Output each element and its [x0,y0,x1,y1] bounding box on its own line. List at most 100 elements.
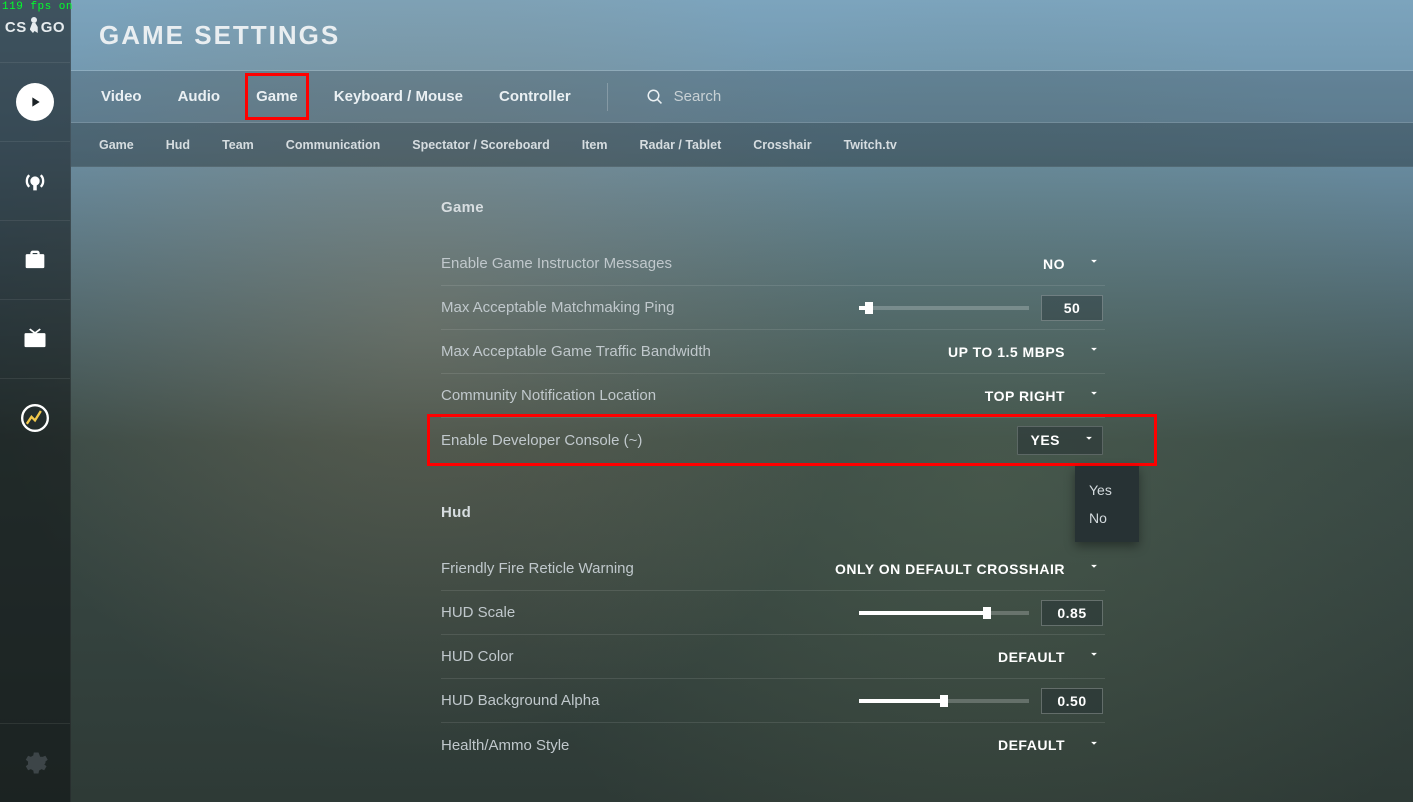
nav-broadcast[interactable] [0,142,71,220]
slider-thumb[interactable] [940,695,948,707]
section-title-hud: Hud [441,504,1105,521]
briefcase-icon [21,246,49,274]
row-devconsole-wrap: Enable Developer Console (~) YES Yes No [441,418,1105,462]
content: Game Enable Game Instructor Messages NO … [71,167,1413,802]
chevron-down-icon [1087,736,1101,755]
dropdown-options: Yes No [1075,466,1139,542]
search[interactable]: Search [646,88,722,106]
tab-keyboard-mouse[interactable]: Keyboard / Mouse [332,82,465,111]
subtab-radar[interactable]: Radar / Tablet [640,138,722,152]
logo-right: GO [41,19,65,36]
row-label: Health/Ammo Style [441,737,569,754]
tabs-main: Video Audio Game Keyboard / Mouse Contro… [71,71,1413,123]
slider-thumb[interactable] [983,607,991,619]
tab-video[interactable]: Video [99,82,144,111]
broadcast-icon [21,167,49,195]
subtab-game[interactable]: Game [99,138,134,152]
tabs-sub: Game Hud Team Communication Spectator / … [71,123,1413,167]
titlebar: GAME SETTINGS [71,0,1413,71]
app-root: CS GO GAM [0,0,1413,802]
dropdown-instructor[interactable]: NO [1033,250,1103,277]
row-hudcolor: HUD Color DEFAULT [441,635,1105,679]
page-title: GAME SETTINGS [99,20,340,51]
row-label: Max Acceptable Matchmaking Ping [441,299,674,316]
option-no[interactable]: No [1075,504,1139,532]
row-bandwidth: Max Acceptable Game Traffic Bandwidth UP… [441,330,1105,374]
chevron-down-icon [1087,254,1101,273]
subtab-team[interactable]: Team [222,138,254,152]
row-community: Community Notification Location TOP RIGH… [441,374,1105,418]
soldier-icon [28,17,40,35]
row-label: HUD Scale [441,604,515,621]
slider-fill [859,699,944,703]
row-label: Friendly Fire Reticle Warning [441,560,634,577]
tv-icon [21,325,49,353]
stats-icon [21,404,49,432]
row-label: HUD Color [441,648,514,665]
nav-play[interactable] [0,63,71,141]
row-healthammo: Health/Ammo Style DEFAULT [441,723,1105,767]
sidebar: CS GO [0,0,71,802]
dropdown-bandwidth[interactable]: UP TO 1.5 MBPS [938,338,1103,365]
slider-thumb[interactable] [865,302,873,314]
logo-left: CS [5,19,27,36]
dropdown-devconsole[interactable]: YES [1017,426,1103,455]
dropdown-value: NO [1043,256,1065,272]
section-title-game: Game [441,199,1105,216]
option-yes[interactable]: Yes [1075,476,1139,504]
dropdown-hudcolor[interactable]: DEFAULT [988,643,1103,670]
row-label: Enable Developer Console (~) [441,432,642,449]
chevron-down-icon [1087,386,1101,405]
dropdown-value: UP TO 1.5 MBPS [948,344,1065,360]
slider-hudscale[interactable] [859,611,1029,615]
subtab-spectator[interactable]: Spectator / Scoreboard [412,138,550,152]
play-icon [16,83,54,121]
chevron-down-icon [1087,647,1101,666]
chevron-down-icon [1087,342,1101,361]
numbox-hudscale[interactable]: 0.85 [1041,600,1103,626]
search-label: Search [674,88,722,105]
slider-control: 0.50 [859,688,1103,714]
row-devconsole: Enable Developer Console (~) YES [441,418,1105,462]
section-gap [441,462,1105,504]
logo: CS GO [5,18,65,36]
dropdown-value: ONLY ON DEFAULT CROSSHAIR [835,561,1065,577]
subtab-hud[interactable]: Hud [166,138,190,152]
dropdown-value: TOP RIGHT [985,388,1065,404]
subtab-item[interactable]: Item [582,138,608,152]
settings-column: Game Enable Game Instructor Messages NO … [441,199,1105,767]
gear-icon [21,749,49,777]
row-label: Max Acceptable Game Traffic Bandwidth [441,343,711,360]
slider-ping[interactable] [859,306,1029,310]
row-friendlyfire: Friendly Fire Reticle Warning ONLY ON DE… [441,547,1105,591]
dropdown-value: DEFAULT [998,649,1065,665]
numbox-hudalpha[interactable]: 0.50 [1041,688,1103,714]
tab-controller[interactable]: Controller [497,82,573,111]
subtab-communication[interactable]: Communication [286,138,380,152]
search-icon [646,88,664,106]
slider-fill [859,611,987,615]
chevron-down-icon [1082,431,1096,450]
dropdown-friendlyfire[interactable]: ONLY ON DEFAULT CROSSHAIR [825,555,1103,582]
tab-game[interactable]: Game [254,82,300,111]
subtab-twitch[interactable]: Twitch.tv [844,138,897,152]
slider-hudalpha[interactable] [859,699,1029,703]
numbox-ping[interactable]: 50 [1041,295,1103,321]
nav-settings[interactable] [0,724,71,802]
nav-watch[interactable] [0,300,71,378]
dropdown-healthammo[interactable]: DEFAULT [988,732,1103,759]
dropdown-community[interactable]: TOP RIGHT [975,382,1103,409]
subtab-crosshair[interactable]: Crosshair [753,138,811,152]
row-ping: Max Acceptable Matchmaking Ping 50 [441,286,1105,330]
row-label: Enable Game Instructor Messages [441,255,672,272]
row-instructor: Enable Game Instructor Messages NO [441,242,1105,286]
slider-control: 0.85 [859,600,1103,626]
main: GAME SETTINGS Video Audio Game Keyboard … [71,0,1413,802]
nav-stats[interactable] [0,379,71,457]
row-label: Community Notification Location [441,387,656,404]
chevron-down-icon [1087,559,1101,578]
row-hudscale: HUD Scale 0.85 [441,591,1105,635]
nav-inventory[interactable] [0,221,71,299]
tab-audio[interactable]: Audio [176,82,223,111]
row-hudalpha: HUD Background Alpha 0.50 [441,679,1105,723]
